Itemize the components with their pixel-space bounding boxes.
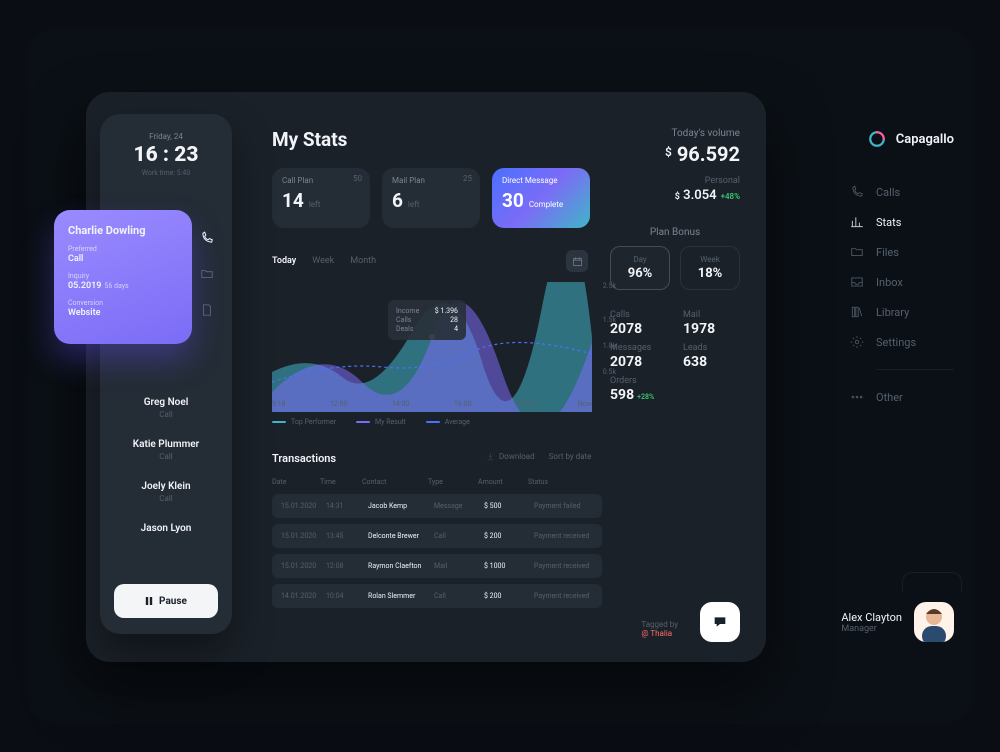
legend-item: Average [426, 418, 470, 426]
transactions-title: Transactions [272, 452, 336, 465]
other-icon [850, 390, 864, 404]
metric-messages: Messages2078 [610, 343, 667, 370]
contact-card[interactable]: Charlie Dowling PreferredCall Inquiry05.… [54, 210, 192, 344]
bonus-title: Plan Bonus [610, 227, 740, 238]
plan-card[interactable]: 25Mail Plan6left [382, 168, 480, 228]
work-time: Work time: 5:40 [114, 169, 218, 177]
pause-icon [145, 597, 153, 605]
metric-orders: Orders598+28% [610, 376, 667, 403]
nav-item-other[interactable]: Other [850, 390, 954, 404]
bonus-day[interactable]: Day 96% [610, 246, 670, 290]
main-nav: Calls Stats Files Inbox Library Settings Other [850, 185, 1000, 404]
chart-x-axis: 9:1812:0014:0016:0018:00Now [272, 400, 592, 408]
plan-card[interactable]: Direct Message30Complete [492, 168, 590, 228]
download-icon [486, 452, 495, 461]
transactions-header: DateTimeContactTypeAmountStatus [272, 478, 602, 486]
transactions-rows: 15.01.202014:31Jacob KempMessage$ 500Pay… [272, 494, 602, 608]
chart-tabs: Today Week Month [272, 256, 376, 266]
contact-name: Charlie Dowling [68, 224, 178, 237]
user-name: Alex Clayton [841, 611, 902, 624]
legend-item: Top Performer [272, 418, 336, 426]
inbox-icon [850, 275, 864, 289]
performance-chart: 2.5k 1.5k 1.0k 0.5k Income$ 1.396 Calls2… [272, 282, 592, 412]
metric-leads: Leads638 [683, 343, 740, 370]
people-panel: Friday, 24 16 : 23 Work time: 5:40 Greg … [100, 114, 232, 634]
nav-item-calls[interactable]: Calls [850, 185, 954, 199]
phone-icon [850, 185, 864, 199]
transactions-tools: Download Sort by date [486, 452, 591, 461]
chat-button[interactable] [700, 602, 740, 642]
user-panel-outline [902, 572, 962, 592]
nav-item-settings[interactable]: Settings [850, 335, 954, 349]
current-time: 16 : 23 [114, 143, 218, 167]
personal-value: $ 3.054+48% [610, 188, 740, 203]
nav-item-stats[interactable]: Stats [850, 215, 954, 229]
list-item[interactable]: Katie PlummerCall [114, 439, 218, 461]
phone-icon[interactable] [200, 230, 214, 244]
tagged-by: Tagged by@ Thalia [641, 620, 678, 638]
table-row[interactable]: 15.01.202012:08Raymon ClaeftonMail$ 1000… [272, 554, 602, 578]
chart-tab[interactable]: Month [350, 256, 376, 266]
metric-mail: Mail1978 [683, 310, 740, 337]
volume-value: $ 96.592 [610, 142, 740, 166]
nav-item-files[interactable]: Files [850, 245, 954, 259]
metrics-grid: Calls2078 Mail1978 Messages2078 Leads638 Ord… [610, 310, 740, 403]
chart-tab[interactable]: Week [312, 256, 334, 266]
calendar-button[interactable] [566, 250, 588, 272]
current-user[interactable]: Alex Clayton Manager [841, 602, 954, 642]
brand: Capagallo [868, 130, 954, 148]
list-item[interactable]: Jason Lyon [114, 523, 218, 534]
folder-icon[interactable] [200, 266, 214, 280]
personal-label: Personal [610, 176, 740, 186]
plan-cards: 50Call Plan14left25Mail Plan6leftDirect … [272, 168, 590, 228]
bonus-week[interactable]: Week 18% [680, 246, 740, 290]
files-icon [850, 245, 864, 259]
pause-button[interactable]: Pause [114, 584, 218, 618]
stats-icon [850, 215, 864, 229]
page-title: My Stats [272, 128, 347, 151]
list-item[interactable]: Greg NoelCall [114, 397, 218, 419]
nav-item-inbox[interactable]: Inbox [850, 275, 954, 289]
calendar-icon [572, 256, 583, 267]
nav-item-library[interactable]: Library [850, 305, 954, 319]
settings-icon [850, 335, 864, 349]
sort-button[interactable]: Sort by date [549, 452, 592, 461]
chart-tab[interactable]: Today [272, 256, 296, 266]
chat-icon [712, 614, 728, 630]
table-row[interactable]: 15.01.202013:45Delconte BrewerCall$ 200P… [272, 524, 602, 548]
brand-name: Capagallo [896, 132, 954, 147]
brand-logo-icon [868, 130, 886, 148]
chart-tooltip: Income$ 1.396 Calls28 Deals4 [388, 300, 466, 340]
side-action-icons [200, 230, 214, 316]
user-role: Manager [841, 624, 902, 634]
current-date: Friday, 24 [114, 132, 218, 141]
table-row[interactable]: 15.01.202014:31Jacob KempMessage$ 500Pay… [272, 494, 602, 518]
list-item[interactable]: Joely KleinCall [114, 481, 218, 503]
metric-calls: Calls2078 [610, 310, 667, 337]
legend-item: My Result [356, 418, 406, 426]
summary-column: Today's volume $ 96.592 Personal $ 3.054… [610, 128, 740, 403]
download-button[interactable]: Download [486, 452, 535, 461]
volume-label: Today's volume [610, 128, 740, 139]
table-row[interactable]: 14.01.202010:04Rolan SlemmerCall$ 200Pay… [272, 584, 602, 608]
plan-card[interactable]: 50Call Plan14left [272, 168, 370, 228]
avatar [914, 602, 954, 642]
document-icon[interactable] [200, 302, 214, 316]
people-list: Greg NoelCall Katie PlummerCall Joely Klei… [114, 397, 218, 534]
library-icon [850, 305, 864, 319]
chart-legend: Top Performer My Result Average [272, 418, 470, 426]
